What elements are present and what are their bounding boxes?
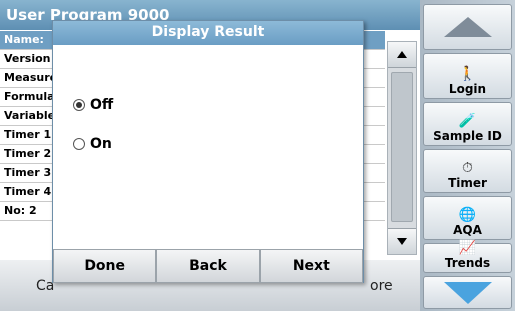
next-button[interactable]: Next [259,249,363,283]
modal-overlay: Display Result Off On Done Back Next [0,0,515,311]
back-button[interactable]: Back [156,249,260,283]
radio-button-checked[interactable] [73,99,85,111]
done-button[interactable]: Done [53,249,157,283]
radio-button-unchecked[interactable] [73,138,85,150]
radio-dot-icon [76,102,82,108]
dialog-title: Display Result [53,21,363,45]
dialog-button-bar: Done Back Next [53,249,363,283]
option-on[interactable]: On [73,136,112,152]
option-on-label: On [90,136,112,152]
display-result-dialog: Display Result Off On Done Back Next [52,20,364,283]
option-off[interactable]: Off [73,97,113,113]
option-off-label: Off [90,97,114,113]
